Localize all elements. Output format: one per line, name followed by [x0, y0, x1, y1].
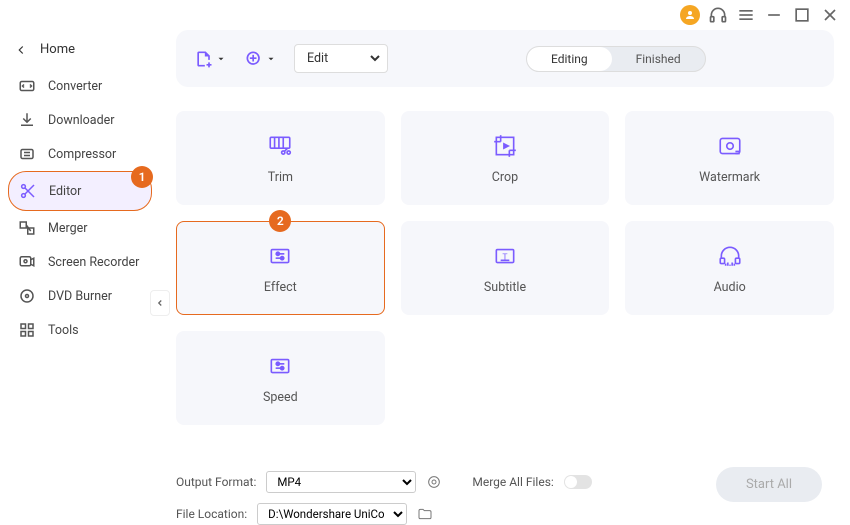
output-format-label: Output Format: [176, 475, 256, 489]
maximize-icon[interactable] [792, 5, 812, 25]
add-url-icon [244, 49, 264, 69]
card-label: Subtitle [484, 280, 526, 295]
card-label: Audio [714, 280, 746, 295]
toolbar: Edit Editing Finished [176, 30, 834, 87]
sidebar-item-editor[interactable]: Editor 1 [8, 171, 152, 211]
crop-icon [492, 132, 518, 160]
card-audio[interactable]: Audio [625, 221, 834, 315]
card-effect[interactable]: 2 Effect [176, 221, 385, 315]
nav-label: Converter [48, 79, 102, 94]
sidebar-item-compressor[interactable]: Compressor [8, 137, 152, 171]
headphones-icon[interactable] [708, 5, 728, 25]
mode-select-wrap: Edit [294, 44, 388, 73]
chevron-down-icon [216, 54, 226, 64]
user-avatar[interactable] [680, 5, 700, 25]
pill-finished[interactable]: Finished [612, 47, 705, 71]
card-crop[interactable]: Crop [401, 111, 610, 205]
subtitle-icon: T [492, 242, 518, 270]
speed-icon [267, 352, 293, 380]
folder-open-icon[interactable] [417, 506, 433, 522]
dvd-icon [18, 287, 36, 305]
format-settings-icon[interactable] [426, 474, 442, 490]
chevron-left-icon [14, 43, 28, 57]
nav-label: Downloader [48, 113, 115, 128]
recorder-icon [18, 253, 36, 271]
download-icon [18, 111, 36, 129]
menu-icon[interactable] [736, 5, 756, 25]
audio-icon [717, 242, 743, 270]
merge-toggle[interactable] [564, 475, 592, 489]
add-file-button[interactable] [194, 49, 226, 69]
converter-icon [18, 77, 36, 95]
home-button[interactable]: Home [8, 38, 152, 69]
chevron-down-icon [266, 54, 276, 64]
chevron-left-icon [155, 298, 165, 308]
home-label: Home [40, 42, 75, 57]
merge-label: Merge All Files: [472, 475, 553, 489]
collapse-sidebar-button[interactable] [150, 290, 170, 316]
callout-badge-1: 1 [131, 166, 153, 188]
card-trim[interactable]: Trim [176, 111, 385, 205]
nav-label: DVD Burner [48, 289, 112, 304]
card-subtitle[interactable]: T Subtitle [401, 221, 610, 315]
trim-icon [267, 132, 293, 160]
output-format-select[interactable]: MP4 [266, 471, 416, 493]
compressor-icon [18, 145, 36, 163]
effect-icon [267, 242, 293, 270]
close-icon[interactable] [820, 5, 840, 25]
sidebar-item-screen-recorder[interactable]: Screen Recorder [8, 245, 152, 279]
watermark-icon [717, 132, 743, 160]
sidebar-item-merger[interactable]: Merger [8, 211, 152, 245]
sidebar-item-dvd-burner[interactable]: DVD Burner [8, 279, 152, 313]
editor-grid: Trim Crop Watermark 2 Effect T Subtitle [176, 111, 834, 425]
sidebar-item-tools[interactable]: Tools [8, 313, 152, 347]
nav-label: Merger [48, 221, 88, 236]
sidebar-item-converter[interactable]: Converter [8, 69, 152, 103]
card-label: Speed [263, 390, 298, 405]
merger-icon [18, 219, 36, 237]
card-label: Crop [492, 170, 518, 185]
nav-label: Editor [49, 184, 81, 199]
sidebar: Home Converter Downloader Compressor Edi… [0, 30, 160, 522]
nav-label: Compressor [48, 147, 116, 162]
scissors-icon [19, 182, 37, 200]
card-label: Trim [268, 170, 293, 185]
card-label: Effect [264, 280, 297, 295]
mode-select[interactable]: Edit [299, 46, 383, 71]
start-all-button[interactable]: Start All [716, 467, 822, 502]
card-watermark[interactable]: Watermark [625, 111, 834, 205]
card-speed[interactable]: Speed [176, 331, 385, 425]
add-file-icon [194, 49, 214, 69]
nav-label: Tools [48, 323, 79, 338]
minimize-icon[interactable] [764, 5, 784, 25]
card-label: Watermark [699, 170, 760, 185]
tools-icon [18, 321, 36, 339]
sidebar-item-downloader[interactable]: Downloader [8, 103, 152, 137]
file-location-label: File Location: [176, 507, 247, 521]
nav-label: Screen Recorder [48, 255, 139, 270]
status-toggle: Editing Finished [526, 46, 706, 72]
callout-badge-2: 2 [269, 210, 291, 232]
content-area: Edit Editing Finished Trim Crop Watermar… [160, 30, 850, 522]
pill-editing[interactable]: Editing [527, 47, 612, 71]
add-url-button[interactable] [244, 49, 276, 69]
